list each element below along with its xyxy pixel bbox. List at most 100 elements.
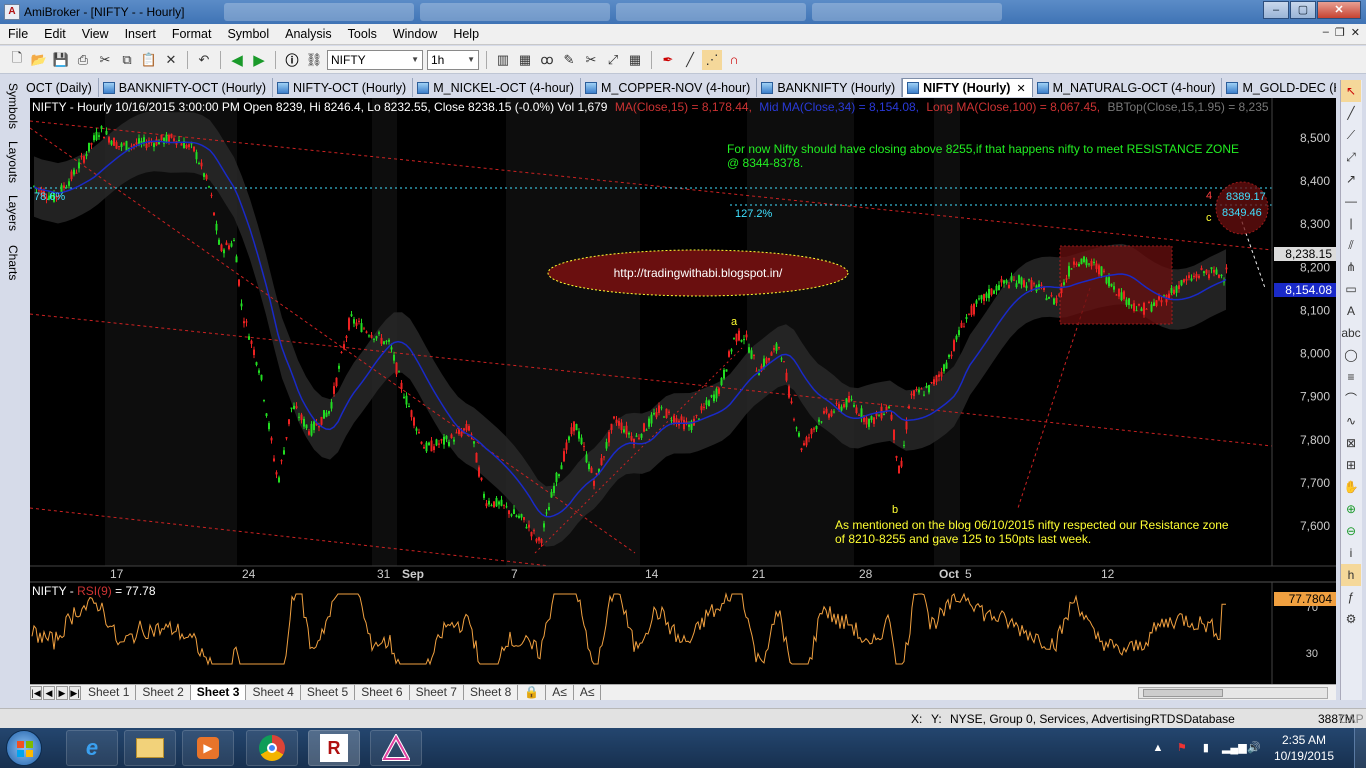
gann-tool-icon[interactable]: ⊠	[1341, 432, 1361, 454]
zoom-out-icon[interactable]: ⊖	[1341, 520, 1361, 542]
grid-icon[interactable]: ▦	[625, 50, 645, 70]
rectangle-tool-icon[interactable]: ▭	[1341, 278, 1361, 300]
sheet-last-button[interactable]: ▶|	[69, 685, 81, 700]
glasses-icon[interactable]: ꝏ	[537, 50, 557, 70]
back-arrow-icon[interactable]: ◀	[227, 50, 247, 70]
battery-icon[interactable]: ▮	[1198, 740, 1214, 756]
menu-format[interactable]: Format	[164, 27, 220, 41]
chart-tab-nifty-hourly[interactable]: NIFTY (Hourly) ✕	[902, 78, 1033, 97]
open-folder-icon[interactable]: 📂	[29, 50, 49, 70]
forward-arrow-icon[interactable]: ▶	[249, 50, 269, 70]
cut-icon[interactable]: ✂	[95, 50, 115, 70]
mdi-close-icon[interactable]: ✕	[1351, 26, 1360, 39]
arc-tool-icon[interactable]: ⌒	[1341, 388, 1361, 410]
info-tool-icon[interactable]: i	[1341, 542, 1361, 564]
cursor-arrow-icon[interactable]: ↖	[1341, 80, 1361, 102]
show-desktop-button[interactable]	[1354, 728, 1366, 768]
ray-tool-icon[interactable]: ⟋	[1341, 124, 1361, 146]
network-signal-icon[interactable]: ▂▄▆	[1222, 740, 1247, 756]
sheet-tab-2[interactable]: Sheet 2	[136, 685, 191, 700]
sheet-prev-button[interactable]: ◀	[43, 685, 55, 700]
sheet-tab-4[interactable]: Sheet 4	[246, 685, 301, 700]
paste-icon[interactable]: 📋	[139, 50, 159, 70]
tab-symbols[interactable]: Symbols	[2, 83, 20, 129]
new-file-icon[interactable]: 🗋	[7, 50, 27, 70]
sheet-next-button[interactable]: ▶	[56, 685, 68, 700]
font-size-down-button[interactable]: A≤	[574, 685, 602, 700]
trendline-tool-icon[interactable]: ╱	[1341, 102, 1361, 124]
vertical-line-tool-icon[interactable]: |	[1341, 212, 1361, 234]
close-button[interactable]: ✕	[1317, 1, 1361, 19]
chart-tab-oct-daily[interactable]: OCT (Daily)	[22, 78, 99, 97]
tab-charts[interactable]: Charts	[2, 245, 20, 280]
system-clock[interactable]: 2:35 AM 10/19/2015	[1274, 732, 1334, 764]
taskbar-drawing-app[interactable]	[370, 730, 422, 766]
properties-tool-icon[interactable]: ⚙	[1341, 608, 1361, 630]
info-icon[interactable]: ⓘ	[282, 50, 302, 70]
scissors-chart-icon[interactable]: ✂	[581, 50, 601, 70]
print-icon[interactable]: ⎙	[73, 50, 93, 70]
fibonacci-tool-icon[interactable]: ≡	[1341, 366, 1361, 388]
dashed-line-icon[interactable]: ⋰	[702, 49, 722, 70]
menu-window[interactable]: Window	[385, 27, 445, 41]
horizontal-line-tool-icon[interactable]: —	[1341, 190, 1361, 212]
sheet-tab-1[interactable]: Sheet 1	[82, 685, 137, 700]
undo-icon[interactable]: ↶	[194, 50, 214, 70]
tab-layouts[interactable]: Layouts	[2, 141, 20, 183]
close-tab-icon[interactable]: ✕	[1016, 82, 1025, 95]
copy-icon[interactable]: ⧉	[117, 50, 137, 70]
tab-layers[interactable]: Layers	[2, 195, 20, 231]
chart-tab-m-nickel[interactable]: M_NICKEL-OCT (4-hour)	[413, 78, 581, 97]
taskbar-amibroker[interactable]: R	[308, 730, 360, 766]
chart-tab-nifty-oct[interactable]: NIFTY-OCT (Hourly)	[273, 78, 414, 97]
bar-chart-icon[interactable]: ▥	[493, 50, 513, 70]
link-icon[interactable]: ⛓	[304, 50, 324, 70]
line-tool-icon[interactable]: ╱	[680, 50, 700, 70]
menu-help[interactable]: Help	[445, 27, 487, 41]
cycles-tool-icon[interactable]: ∿	[1341, 410, 1361, 432]
price-axis[interactable]	[1272, 98, 1336, 566]
taskbar-media-player[interactable]: ▶	[182, 730, 234, 766]
sheet-tab-7[interactable]: Sheet 7	[410, 685, 464, 700]
sheet-tab-5[interactable]: Sheet 5	[301, 685, 356, 700]
horizontal-scrollbar[interactable]	[1138, 687, 1328, 699]
taskbar-chrome[interactable]	[246, 730, 298, 766]
chart-tab-m-copper[interactable]: M_COPPER-NOV (4-hour)	[581, 78, 758, 97]
hand-tool-icon[interactable]: ✋	[1341, 476, 1361, 498]
menu-tools[interactable]: Tools	[340, 27, 385, 41]
minimize-button[interactable]: –	[1263, 1, 1289, 19]
volume-icon[interactable]: 🔊	[1246, 740, 1262, 756]
menu-analysis[interactable]: Analysis	[277, 27, 340, 41]
interval-select[interactable]: 1h ▼	[427, 49, 479, 70]
channel-tool-icon[interactable]: ⫽	[1341, 234, 1361, 256]
menu-file[interactable]: File	[0, 27, 36, 41]
font-size-up-button[interactable]: A≤	[546, 685, 574, 700]
price-chart-pane[interactable]: http://tradingwithabi.blogspot.in/ NIFTY…	[30, 98, 1336, 684]
taskbar-internet-explorer[interactable]: e	[66, 730, 118, 766]
text-tool-icon[interactable]: A	[1341, 300, 1361, 322]
zoom-tool-icon[interactable]: ⊞	[1341, 454, 1361, 476]
sheet-tab-6[interactable]: Sheet 6	[355, 685, 410, 700]
chart-tab-banknifty-oct[interactable]: BANKNIFTY-OCT (Hourly)	[99, 78, 273, 97]
pattern-icon[interactable]: ✎	[559, 50, 579, 70]
amibroker-app-icon[interactable]: A	[4, 4, 20, 20]
extended-line-tool-icon[interactable]: ⤢	[1341, 146, 1361, 168]
chart-tab-banknifty[interactable]: BANKNIFTY (Hourly)	[757, 78, 903, 97]
price-chart-svg[interactable]: http://tradingwithabi.blogspot.in/ NIFTY…	[30, 98, 1336, 684]
arrow-line-tool-icon[interactable]: ↗	[1341, 168, 1361, 190]
formula-tool-icon[interactable]: ƒ	[1341, 586, 1361, 608]
start-button[interactable]	[6, 730, 42, 766]
scrollbar-thumb[interactable]	[1143, 689, 1223, 697]
zoom-in-icon[interactable]: ⊕	[1341, 498, 1361, 520]
mdi-restore-icon[interactable]: ❐	[1335, 26, 1345, 39]
sheet-tab-8[interactable]: Sheet 8	[464, 685, 519, 700]
abc-text-tool-icon[interactable]: abc	[1341, 322, 1361, 344]
menu-edit[interactable]: Edit	[36, 27, 74, 41]
taskbar-file-explorer[interactable]	[124, 730, 176, 766]
sheet-first-button[interactable]: |◀	[30, 685, 42, 700]
chart-tab-m-gold[interactable]: M_GOLD-DEC (Hour	[1222, 78, 1336, 97]
rsi-plot-area[interactable]	[30, 582, 1272, 684]
chart-tab-m-naturalg[interactable]: M_NATURALG-OCT (4-hour)	[1033, 78, 1223, 97]
pitchfork-tool-icon[interactable]: ⋔	[1341, 256, 1361, 278]
symbol-select[interactable]: NIFTY ▼	[327, 49, 423, 70]
